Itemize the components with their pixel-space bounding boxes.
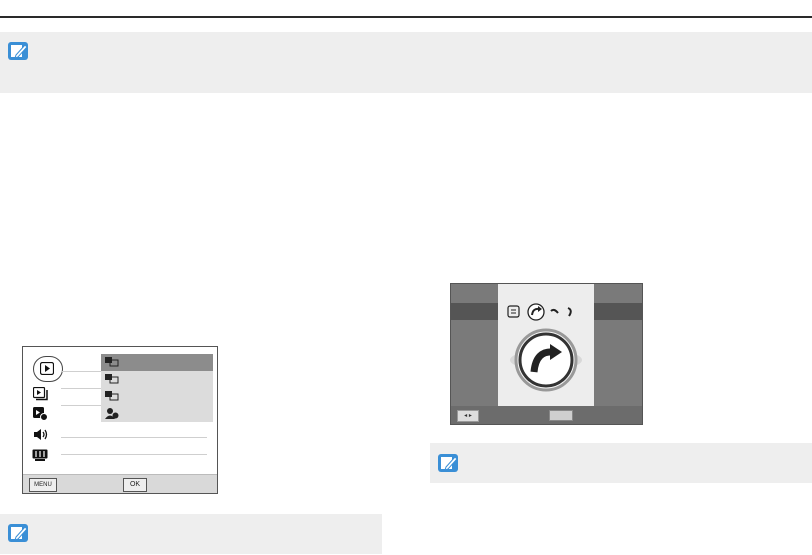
menu-row-line [61, 437, 207, 438]
file-icon [33, 407, 48, 421]
menu-row-line [61, 405, 101, 406]
ok-button[interactable]: OK [123, 478, 147, 492]
display-icon [32, 449, 48, 461]
menu-option-4[interactable] [101, 405, 213, 422]
ok-button[interactable] [549, 410, 573, 421]
left-right-nav[interactable]: ◂ ▸ [457, 410, 479, 422]
option-icon-1 [105, 357, 119, 367]
note-bar-right [430, 443, 812, 483]
slideshow-icon [33, 387, 48, 401]
menu-row-line [61, 388, 101, 389]
option-icon-2 [105, 374, 119, 384]
option-icon-3 [105, 391, 119, 401]
tab-slideshow[interactable] [27, 385, 53, 405]
camera-rotate-screen: ◂ ▸ [450, 283, 643, 425]
menu-row-line [61, 454, 207, 455]
menu-option-selected[interactable] [101, 354, 213, 371]
tab-sound[interactable] [27, 425, 53, 445]
rotate-icon [510, 328, 582, 392]
menu-option-3[interactable] [101, 388, 213, 405]
note-bar-bottom-left [0, 514, 382, 554]
note-icon [8, 524, 28, 542]
tab-display[interactable] [27, 446, 53, 466]
tab-playback[interactable] [33, 356, 63, 382]
tab-file[interactable] [27, 405, 53, 425]
menu-row-line [61, 371, 101, 372]
sound-icon [34, 429, 48, 440]
preview-area [498, 284, 594, 424]
person-icon [105, 408, 119, 419]
screen-bottom-bar: MENU OK [23, 474, 217, 493]
camera-menu-screen: MENU OK [22, 346, 218, 494]
menu-button[interactable]: MENU [29, 478, 57, 492]
rotate-options [507, 303, 572, 321]
screen-bottom-bar: ◂ ▸ [451, 406, 642, 424]
menu-option-2[interactable] [101, 371, 213, 388]
note-icon [438, 454, 458, 472]
header-rule [0, 16, 812, 18]
note-bar-top [0, 32, 812, 93]
playback-icon [40, 362, 54, 375]
note-icon [8, 42, 28, 60]
